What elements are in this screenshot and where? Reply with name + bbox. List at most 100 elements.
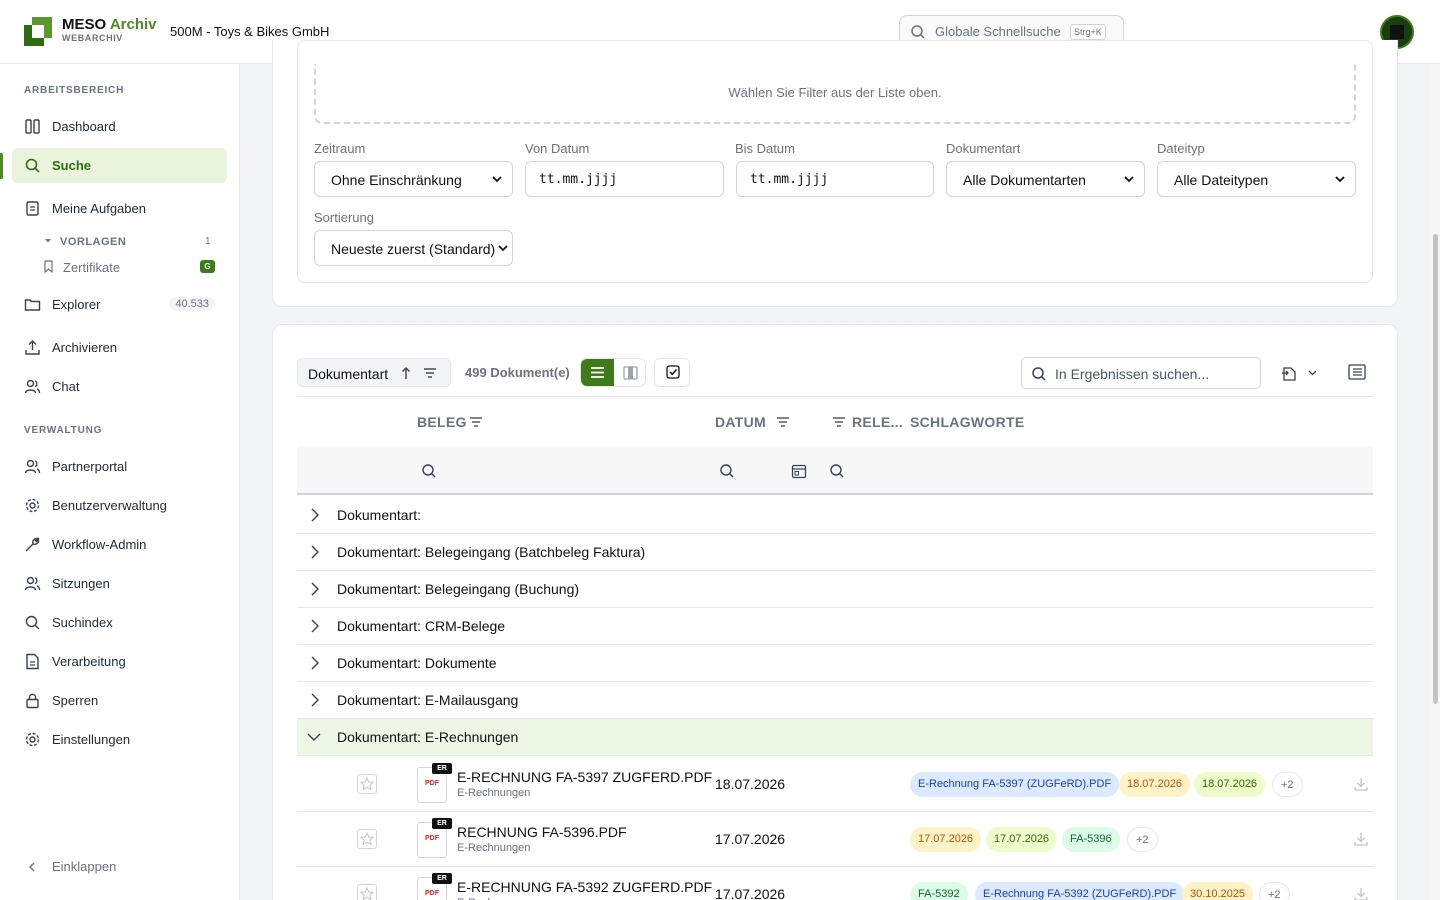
- tag-badge[interactable]: E-Rechnung FA-5392 (ZUGFeRD).PDF: [975, 882, 1185, 900]
- document-date: 17.07.2026: [715, 886, 786, 900]
- select-mode-button[interactable]: [654, 358, 690, 387]
- page-scrollbar[interactable]: [1430, 64, 1440, 900]
- search-icon[interactable]: [829, 463, 845, 479]
- chevron-down-icon: [1335, 176, 1345, 183]
- sidebar-item-settings[interactable]: Einstellungen: [12, 722, 227, 757]
- sidebar-item-explorer[interactable]: Explorer 40.533: [12, 287, 227, 322]
- collapse-sidebar-button[interactable]: Einklappen: [52, 859, 116, 874]
- tag-badge[interactable]: 18.07.2026: [1119, 772, 1191, 797]
- results-search-input[interactable]: In Ergebnissen suchen...: [1021, 357, 1261, 389]
- users-icon: [24, 379, 41, 394]
- favorite-button[interactable]: [357, 829, 377, 849]
- chevron-down-icon: [492, 176, 502, 183]
- document-name[interactable]: E-RECHNUNG FA-5397 ZUGFERD.PDF: [457, 769, 712, 785]
- sidebar-item-locks[interactable]: Sperren: [12, 683, 227, 718]
- period-select[interactable]: Ohne Einschränkung: [314, 161, 513, 197]
- sidebar-item-workflow[interactable]: Workflow-Admin: [12, 527, 227, 562]
- divider: [297, 396, 1373, 397]
- sidebar-item-processing[interactable]: Verarbeitung: [12, 644, 227, 679]
- table-row[interactable]: PDF ER E-RECHNUNG FA-5397 ZUGFERD.PDF E-R…: [297, 757, 1373, 812]
- templates-group[interactable]: VORLAGEN: [60, 236, 126, 248]
- sidebar-item-search[interactable]: Suche: [12, 148, 227, 183]
- column-header-tags[interactable]: SCHLAGWORTE: [910, 414, 1025, 430]
- group-by-label: Dokumentart: [308, 366, 389, 382]
- caret-down-icon[interactable]: [44, 238, 52, 244]
- favorite-button[interactable]: [357, 884, 377, 900]
- filter-dropzone[interactable]: Wählen Sie Filter aus der Liste oben.: [314, 64, 1356, 124]
- column-header-relevance[interactable]: RELE...: [852, 414, 903, 430]
- calendar-icon[interactable]: [791, 463, 807, 479]
- download-icon[interactable]: [1354, 887, 1368, 900]
- filter-lines-icon[interactable]: [832, 416, 846, 428]
- sidebar-item-label: Einstellungen: [52, 732, 131, 747]
- tag-badge[interactable]: 17.07.2026: [910, 827, 982, 852]
- logo-title[interactable]: MESO Archiv: [62, 16, 157, 33]
- scrollbar-thumb[interactable]: [1433, 234, 1438, 704]
- chevron-down-icon: [1124, 176, 1134, 183]
- group-row[interactable]: Dokumentart: Dokumente: [297, 645, 1373, 682]
- group-row[interactable]: Dokumentart: Belegeingang (Batchbeleg Fa…: [297, 534, 1373, 571]
- sidebar-item-users[interactable]: Benutzerverwaltung: [12, 488, 227, 523]
- sidebar-item-archive[interactable]: Archivieren: [12, 330, 227, 365]
- tenant-name[interactable]: 500M - Toys & Bikes GmbH: [170, 24, 329, 39]
- sort-select[interactable]: Neueste zuerst (Standard): [314, 230, 513, 266]
- arrow-up-icon[interactable]: [401, 366, 411, 380]
- tag-badge[interactable]: 18.07.2026: [1194, 772, 1266, 797]
- more-tags-badge[interactable]: +2: [1259, 882, 1290, 900]
- table-row[interactable]: PDF ER RECHNUNG FA-5396.PDF E-Rechnungen …: [297, 812, 1373, 867]
- export-menu-button[interactable]: [1281, 364, 1319, 382]
- sidebar-item-tasks[interactable]: Meine Aufgaben: [12, 191, 227, 226]
- to-date-input[interactable]: tt.mm.jjjj: [736, 161, 934, 197]
- sidebar-item-label: Explorer: [52, 297, 101, 312]
- tag-badge[interactable]: FA-5392: [910, 882, 968, 900]
- filter-lines-icon[interactable]: [469, 416, 483, 428]
- sidebar-item-index[interactable]: Suchindex: [12, 605, 227, 640]
- group-row[interactable]: Dokumentart: Belegeingang (Buchung): [297, 571, 1373, 608]
- sidebar-item-certificates[interactable]: Zertifikate: [63, 260, 120, 275]
- global-search-placeholder: Globale Schnellsuche: [935, 24, 1061, 39]
- group-by-chip[interactable]: Dokumentart: [297, 358, 451, 387]
- active-indicator: [0, 153, 3, 179]
- document-name[interactable]: RECHNUNG FA-5396.PDF: [457, 824, 627, 840]
- sidebar-item-label: Sperren: [52, 693, 99, 708]
- more-tags-badge[interactable]: +2: [1127, 827, 1158, 852]
- doctype-select[interactable]: Alle Dokumentarten: [946, 161, 1145, 197]
- filter-lines-icon[interactable]: [776, 416, 790, 428]
- tag-badge[interactable]: E-Rechnung FA-5397 (ZUGFeRD).PDF: [910, 772, 1120, 797]
- table-row[interactable]: PDFER E-RECHNUNG FA-5392 ZUGFERD.PDF E-R…: [297, 867, 1373, 900]
- more-tags-badge[interactable]: +2: [1272, 772, 1303, 797]
- group-row[interactable]: Dokumentart:: [297, 497, 1373, 534]
- tag-badge[interactable]: 17.07.2026: [986, 827, 1058, 852]
- filetype-select[interactable]: Alle Dateitypen: [1157, 161, 1356, 197]
- search-icon[interactable]: [421, 463, 437, 479]
- group-label: Dokumentart: E-Rechnungen: [337, 729, 519, 745]
- download-icon[interactable]: [1354, 832, 1368, 846]
- favorite-button[interactable]: [357, 774, 377, 794]
- filter-lines-icon[interactable]: [423, 367, 437, 379]
- group-row-expanded[interactable]: Dokumentart: E-Rechnungen: [297, 719, 1373, 756]
- tag-badge[interactable]: 30.10.2025: [1182, 882, 1254, 900]
- column-header-datum[interactable]: DATUM: [715, 414, 766, 430]
- column-header-beleg[interactable]: BELEG: [417, 414, 467, 430]
- document-date: 17.07.2026: [715, 831, 786, 847]
- download-icon[interactable]: [1354, 777, 1368, 791]
- sidebar-item-partner[interactable]: Partnerportal: [12, 449, 227, 484]
- column-settings-icon[interactable]: [1348, 364, 1366, 380]
- sidebar-item-chat[interactable]: Chat: [12, 369, 227, 404]
- from-date-input[interactable]: tt.mm.jjjj: [525, 161, 724, 197]
- dashboard-icon: [25, 119, 40, 134]
- group-row[interactable]: Dokumentart: CRM-Belege: [297, 608, 1373, 645]
- list-view-button[interactable]: [581, 359, 614, 386]
- pdf-file-icon: PDF ER: [417, 873, 452, 900]
- dropzone-hint: Wählen Sie Filter aus der Liste oben.: [728, 85, 942, 100]
- sidebar-item-sessions[interactable]: Sitzungen: [12, 566, 227, 601]
- chevron-right-icon: [311, 656, 319, 670]
- sidebar-item-dashboard[interactable]: Dashboard: [12, 109, 227, 144]
- document-date: 18.07.2026: [715, 776, 786, 792]
- search-icon[interactable]: [719, 463, 735, 479]
- split-view-button[interactable]: [614, 359, 645, 386]
- tag-badge[interactable]: FA-5396: [1062, 827, 1120, 852]
- star-icon: [360, 777, 374, 791]
- group-row[interactable]: Dokumentart: E-Mailausgang: [297, 682, 1373, 719]
- document-name[interactable]: E-RECHNUNG FA-5392 ZUGFERD.PDF: [457, 879, 712, 895]
